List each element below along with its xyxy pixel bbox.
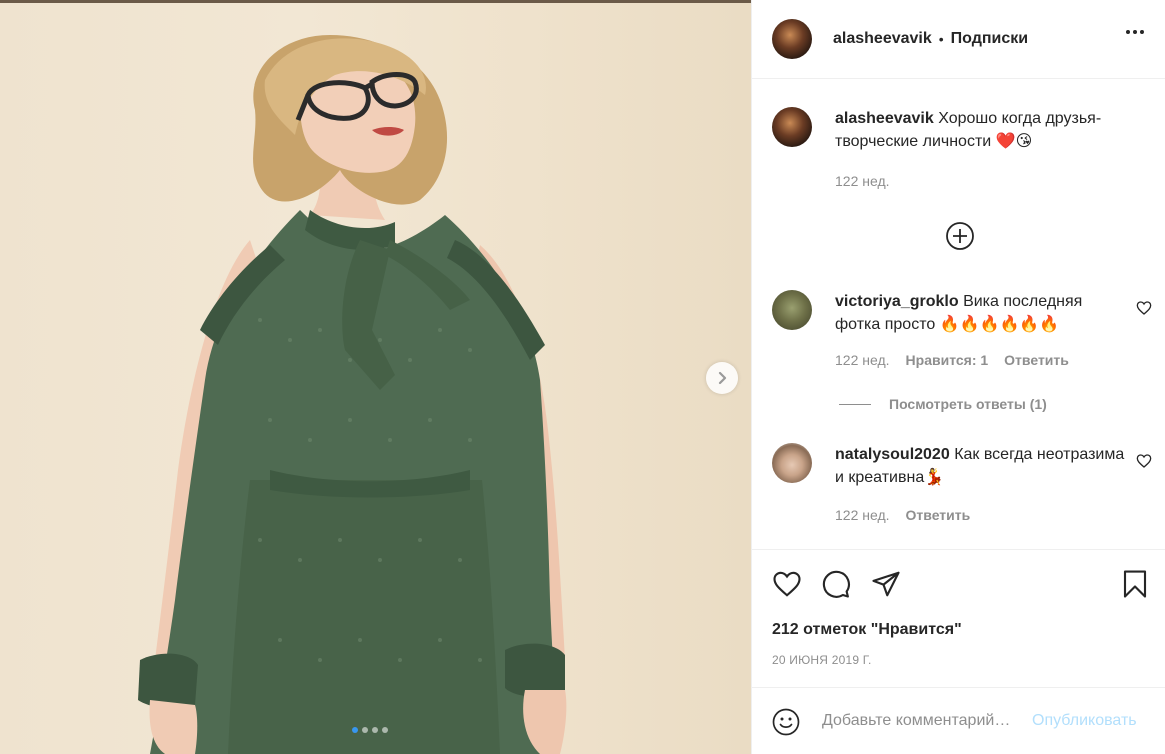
bookmark-icon xyxy=(1123,570,1147,598)
save-button[interactable] xyxy=(1120,569,1150,604)
post-actions: 212 отметок "Нравится" 20 ИЮНЯ 2019 Г. xyxy=(752,549,1165,687)
caption-avatar[interactable] xyxy=(772,107,812,147)
following-button[interactable]: Подписки xyxy=(951,30,1028,48)
heart-outline-icon xyxy=(1136,301,1152,315)
comment-text-block: victoriya_groklo Вика последняя фотка пр… xyxy=(835,290,1125,336)
post-header: alasheevavik • Подписки xyxy=(752,0,1165,79)
more-horizontal-icon[interactable] xyxy=(1126,30,1144,34)
header-separator: • xyxy=(938,31,944,47)
carousel-dot xyxy=(362,727,368,733)
author-username[interactable]: alasheevavik xyxy=(833,30,932,48)
chevron-right-icon xyxy=(718,371,727,385)
carousel-indicator xyxy=(352,727,388,733)
view-replies-button[interactable]: Посмотреть ответы (1) xyxy=(839,396,1047,412)
commenter-avatar[interactable] xyxy=(772,290,812,330)
like-comment-button[interactable] xyxy=(1136,300,1152,321)
comment-button[interactable] xyxy=(821,569,851,604)
comment-text-block: natalysoul2020 Как всегда неотразима и к… xyxy=(835,443,1125,489)
post-details-panel: alasheevavik • Подписки alasheevavik Хор… xyxy=(751,0,1165,754)
smiley-icon xyxy=(772,708,800,736)
post-image[interactable] xyxy=(0,0,751,754)
view-replies-label: Посмотреть ответы (1) xyxy=(889,396,1047,412)
post-photo-figure xyxy=(138,35,567,754)
caption-meta: 122 нед. xyxy=(835,173,890,189)
commenter-avatar[interactable] xyxy=(772,443,812,483)
comment-meta: 122 нед. Ответить xyxy=(835,507,970,523)
comments-list[interactable]: alasheevavik Хорошо когда друзья-творчес… xyxy=(752,80,1165,549)
carousel-dot xyxy=(382,727,388,733)
commenter-username[interactable]: victoriya_groklo xyxy=(835,293,959,310)
like-button[interactable] xyxy=(772,569,802,604)
heart-outline-icon xyxy=(1136,454,1152,468)
comment-meta: 122 нед. Нравится: 1 Ответить xyxy=(835,352,1069,368)
like-comment-button[interactable] xyxy=(1136,453,1152,474)
likes-count[interactable]: 212 отметок "Нравится" xyxy=(772,621,962,639)
caption-text-block: alasheevavik Хорошо когда друзья-творчес… xyxy=(835,107,1125,153)
add-comment-bar: Опубликовать xyxy=(752,687,1165,754)
post-date[interactable]: 20 ИЮНЯ 2019 Г. xyxy=(772,653,872,667)
comment-bubble-icon xyxy=(822,570,850,598)
carousel-dot xyxy=(352,727,358,733)
reply-button[interactable]: Ответить xyxy=(906,507,971,523)
load-more-comments-button[interactable] xyxy=(945,221,975,256)
carousel-dot xyxy=(372,727,378,733)
carousel-next-button[interactable] xyxy=(706,362,738,394)
emoji-button[interactable] xyxy=(772,708,800,741)
caption-username[interactable]: alasheevavik xyxy=(835,110,934,127)
comment-time[interactable]: 122 нед. xyxy=(835,507,890,523)
share-button[interactable] xyxy=(871,569,901,604)
comment-likes[interactable]: Нравится: 1 xyxy=(906,352,989,368)
comment-time[interactable]: 122 нед. xyxy=(835,352,890,368)
plus-circle-icon xyxy=(946,222,974,250)
caption-time[interactable]: 122 нед. xyxy=(835,173,890,189)
author-avatar[interactable] xyxy=(772,19,812,59)
heart-outline-icon xyxy=(773,571,801,597)
reply-button[interactable]: Ответить xyxy=(1004,352,1069,368)
paper-plane-icon xyxy=(872,571,900,597)
publish-button[interactable]: Опубликовать xyxy=(1032,712,1137,730)
comment-input[interactable] xyxy=(822,709,1032,733)
commenter-username[interactable]: natalysoul2020 xyxy=(835,446,950,463)
replies-divider xyxy=(839,403,871,405)
